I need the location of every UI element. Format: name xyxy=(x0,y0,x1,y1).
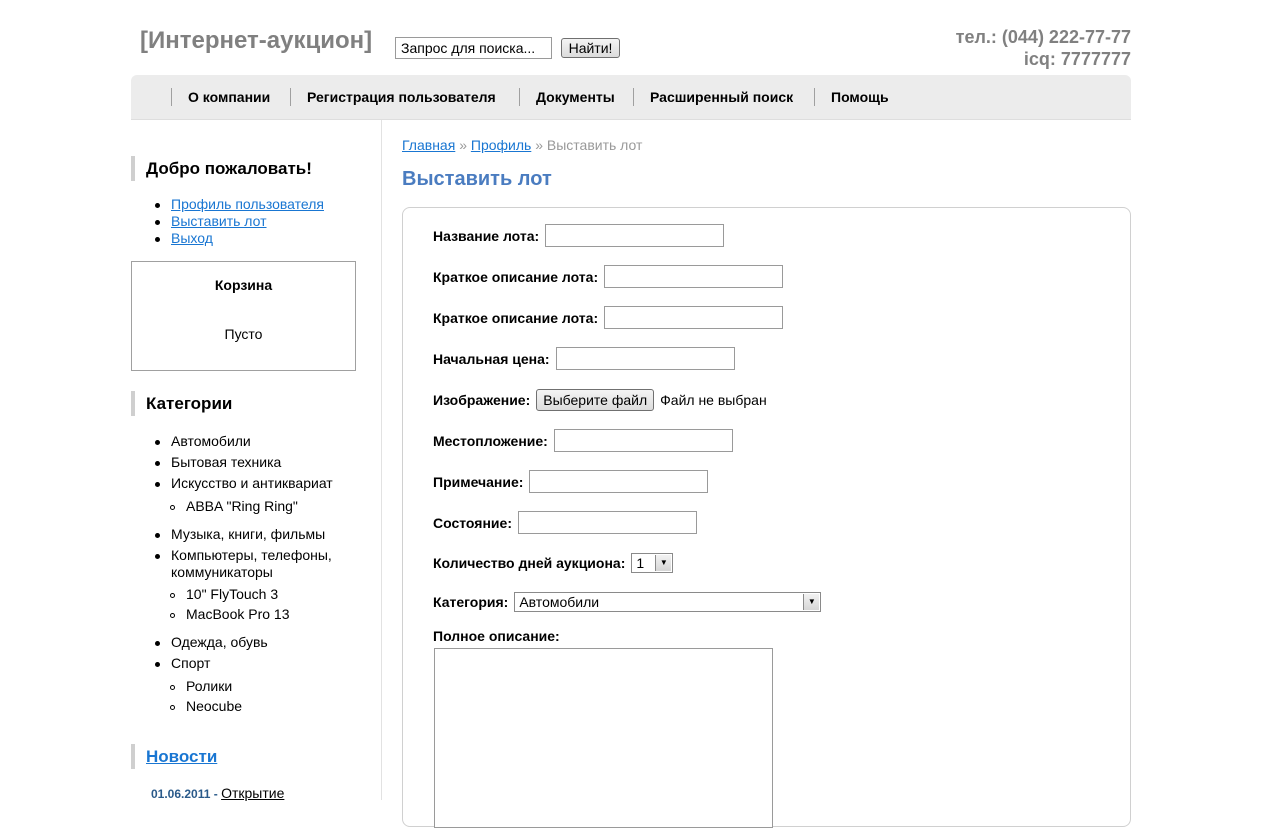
note-row: Примечание: xyxy=(433,470,709,493)
category-item[interactable]: Искусство и антиквариат xyxy=(153,475,333,491)
location-input[interactable] xyxy=(553,429,733,452)
breadcrumb-profile[interactable]: Профиль xyxy=(471,137,531,153)
image-row: Изображение: Выберите файл Файл не выбра… xyxy=(433,389,767,411)
user-menu-item: Профиль пользователя xyxy=(153,196,324,213)
place-lot-link[interactable]: Выставить лот xyxy=(171,213,267,229)
category-item[interactable]: Бытовая техника xyxy=(153,454,281,470)
location-label: Местопложение: xyxy=(433,432,548,449)
category-item[interactable]: Компьютеры, телефоны, коммуникаторы xyxy=(153,547,351,581)
file-status: Файл не выбран xyxy=(660,392,767,408)
breadcrumb-home[interactable]: Главная xyxy=(402,137,455,153)
news-date: 01.06.2011 xyxy=(151,787,211,801)
image-label: Изображение: xyxy=(433,392,531,408)
welcome-heading: Добро пожаловать! xyxy=(131,156,371,181)
icq-text: icq: 7777777 xyxy=(1023,49,1131,69)
subcategory-item[interactable]: ABBA "Ring Ring" xyxy=(153,498,298,514)
condition-row: Состояние: xyxy=(433,511,697,534)
days-select[interactable]: 1 ▼ xyxy=(631,553,674,573)
logout-link[interactable]: Выход xyxy=(171,230,213,246)
user-menu: Профиль пользователя Выставить лот Выход xyxy=(153,196,324,247)
chevron-down-icon: ▼ xyxy=(803,594,820,610)
cart-box: Корзина Пусто xyxy=(131,261,356,371)
condition-input[interactable] xyxy=(517,511,697,534)
breadcrumb-current: Выставить лот xyxy=(546,137,643,153)
sidebar: Добро пожаловать! Профиль пользователя В… xyxy=(131,120,382,801)
category-item[interactable]: Музыка, книги, фильмы xyxy=(153,526,325,542)
page: [Интернет-аукцион] Найти! тел.: (044) 22… xyxy=(131,0,1131,828)
short-desc-label-2: Краткое описание лота: xyxy=(433,309,599,326)
lot-name-row: Название лота: xyxy=(433,224,725,247)
breadcrumb-separator: » xyxy=(459,137,467,153)
breadcrumb-separator: » xyxy=(535,137,543,153)
condition-label: Состояние: xyxy=(433,514,512,531)
phone-text: тел.: (044) 222-77-77 xyxy=(955,27,1131,47)
chevron-down-icon: ▼ xyxy=(655,555,672,571)
subcategory-item[interactable]: Ролики xyxy=(153,678,232,694)
top-nav: О компании Регистрация пользователя Доку… xyxy=(131,75,1131,120)
category-item[interactable]: Автомобили xyxy=(153,433,251,449)
site-logo[interactable]: [Интернет-аукцион] xyxy=(140,27,372,55)
news-link[interactable]: Новости xyxy=(146,747,217,766)
short-desc-input-2[interactable] xyxy=(604,306,784,329)
lot-name-input[interactable] xyxy=(545,224,725,247)
lot-name-label: Название лота: xyxy=(433,227,540,244)
category-item[interactable]: Одежда, обувь xyxy=(153,634,268,650)
full-desc-textarea[interactable] xyxy=(434,648,773,828)
days-label: Количество дней аукциона: xyxy=(433,555,626,571)
category-select-value: Автомобили xyxy=(519,594,600,610)
nav-item-registration[interactable]: Регистрация пользователя xyxy=(290,88,496,106)
category-select[interactable]: Автомобили ▼ xyxy=(514,592,822,612)
news-separator: - xyxy=(213,787,218,801)
lot-form: Название лота: Краткое описание лота: Кр… xyxy=(402,207,1131,828)
start-price-input[interactable] xyxy=(555,347,735,370)
nav-item-about[interactable]: О компании xyxy=(171,88,270,106)
short-desc-input[interactable] xyxy=(604,265,784,288)
user-menu-item: Выход xyxy=(153,230,324,247)
category-row: Категория: Автомобили ▼ xyxy=(433,592,822,612)
nav-item-advanced-search[interactable]: Расширенный поиск xyxy=(633,88,793,106)
category-item[interactable]: Спорт xyxy=(153,655,210,671)
note-label: Примечание: xyxy=(433,473,524,490)
news-title-link[interactable]: Открытие xyxy=(221,785,284,801)
user-menu-item: Выставить лот xyxy=(153,213,324,230)
contacts: тел.: (044) 222-77-77 icq: 7777777 xyxy=(956,26,1131,70)
profile-link[interactable]: Профиль пользователя xyxy=(171,196,324,212)
search-input[interactable] xyxy=(395,37,552,59)
note-input[interactable] xyxy=(529,470,709,493)
breadcrumb: Главная » Профиль » Выставить лот xyxy=(402,137,642,153)
news-item: 01.06.2011 - Открытие xyxy=(151,785,284,801)
start-price-row: Начальная цена: xyxy=(433,347,735,370)
short-desc-row-2: Краткое описание лота: xyxy=(433,306,784,329)
search-button[interactable]: Найти! xyxy=(561,38,620,58)
cart-status: Пусто xyxy=(224,326,263,342)
news-heading: Новости xyxy=(131,744,371,769)
short-desc-row: Краткое описание лота: xyxy=(433,265,784,288)
category-label: Категория: xyxy=(433,594,509,610)
full-desc-label: Полное описание: xyxy=(433,628,560,644)
full-desc-row: Полное описание: xyxy=(433,628,560,644)
categories-heading: Категории xyxy=(131,391,371,416)
short-desc-label: Краткое описание лота: xyxy=(433,268,599,285)
nav-item-help[interactable]: Помощь xyxy=(814,88,889,106)
subcategory-item[interactable]: 10" FlyTouch 3 xyxy=(153,586,278,602)
choose-file-button[interactable]: Выберите файл xyxy=(536,389,655,411)
nav-item-documents[interactable]: Документы xyxy=(519,88,615,106)
subcategory-item[interactable]: Neocube xyxy=(153,698,242,714)
location-row: Местопложение: xyxy=(433,429,733,452)
start-price-label: Начальная цена: xyxy=(433,350,550,367)
cart-title: Корзина xyxy=(214,277,273,293)
days-row: Количество дней аукциона: 1 ▼ xyxy=(433,553,674,573)
subcategory-item[interactable]: MacBook Pro 13 xyxy=(153,606,290,622)
page-title: Выставить лот xyxy=(402,168,552,190)
days-select-value: 1 xyxy=(636,555,645,571)
